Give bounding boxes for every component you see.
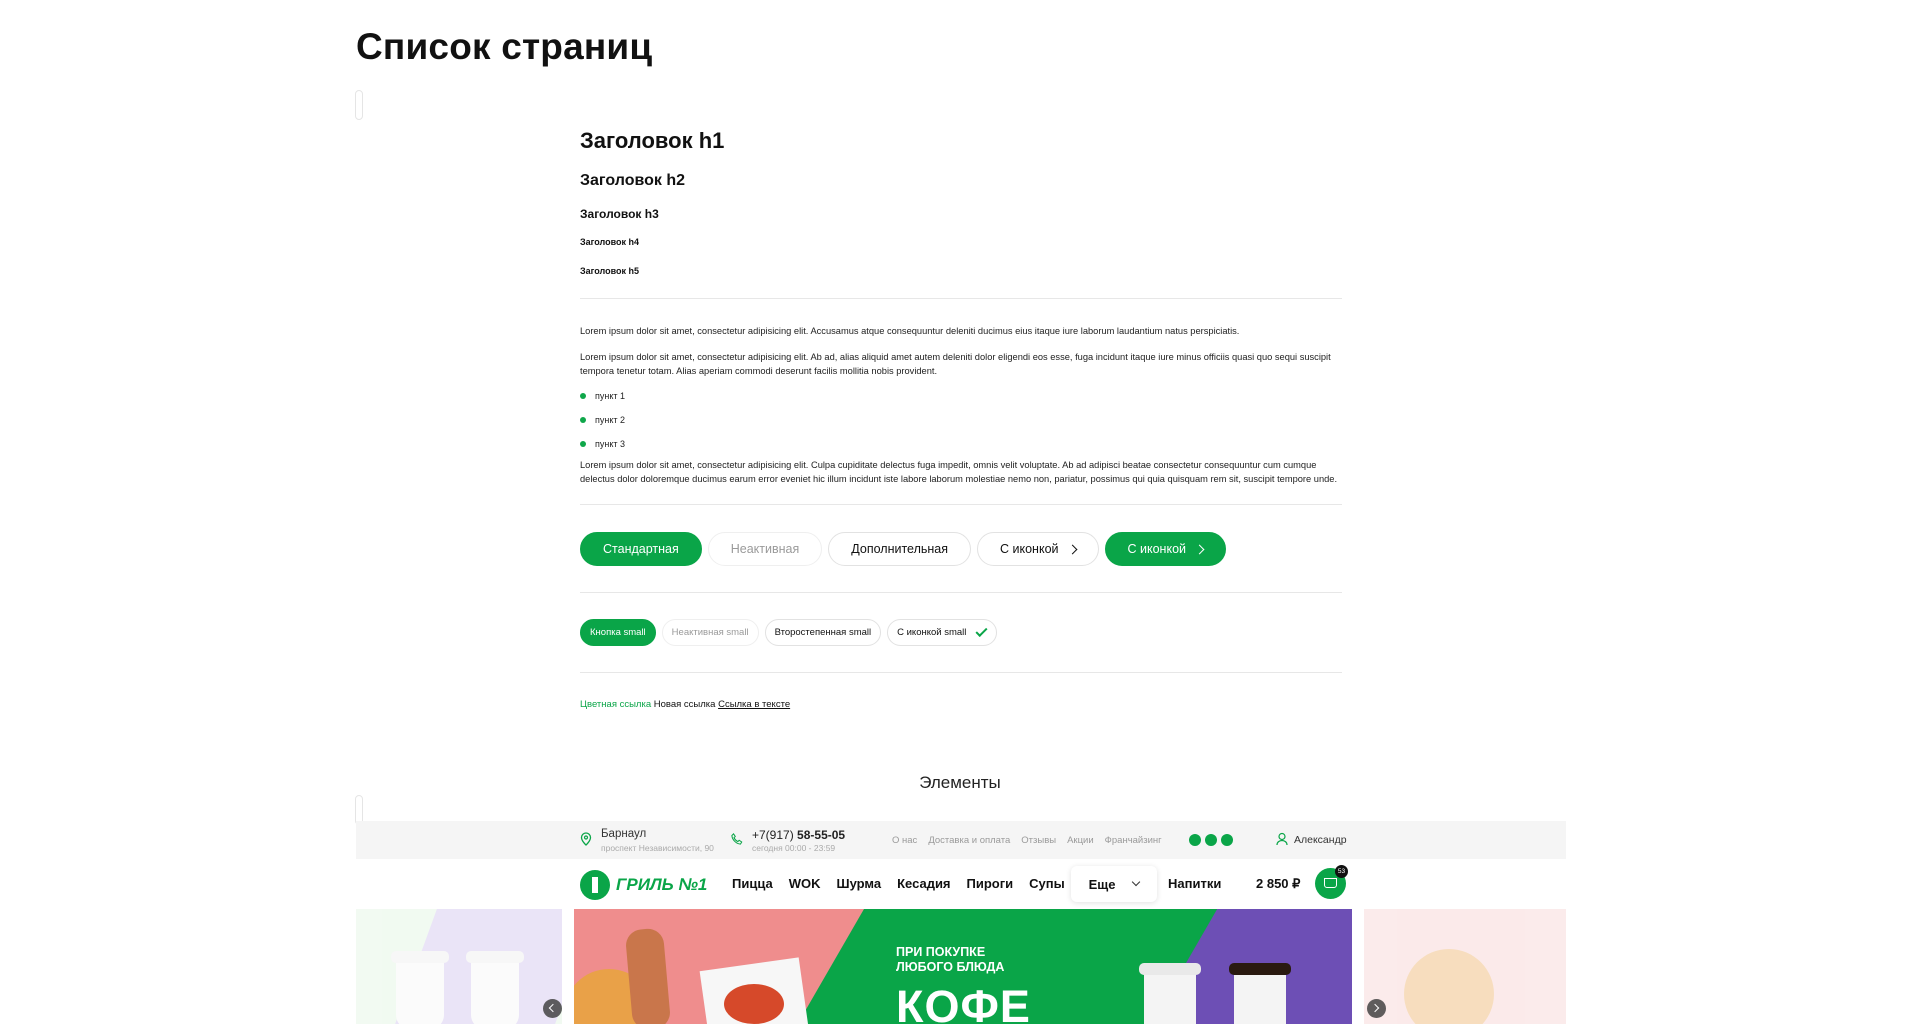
banner-next-slide[interactable] <box>1364 909 1566 1024</box>
small-button-row: Кнопка small Неактивная small Второстепе… <box>580 619 1342 646</box>
heading-h3: Заголовок h3 <box>580 207 659 221</box>
checkmark-icon <box>975 624 988 638</box>
chevron-down-icon <box>1132 877 1141 887</box>
user-name[interactable]: Александр <box>1294 834 1347 846</box>
nav-item[interactable]: Пицца <box>732 876 773 891</box>
button-row: Стандартная Неактивная Дополнительная С … <box>580 532 1342 566</box>
links-row: Цветная ссылка Новая ссылка Ссылка в тек… <box>580 699 1342 710</box>
city-address: проспект Независимости, 90 <box>601 843 714 853</box>
top-link[interactable]: Доставка и оплата <box>928 835 1010 846</box>
user-icon <box>1276 832 1288 846</box>
nav-item[interactable]: Супы <box>1029 876 1065 891</box>
inactive-button[interactable]: Неактивная <box>707 532 823 566</box>
carousel-next-button[interactable] <box>1367 999 1386 1018</box>
ok-icon[interactable] <box>1205 834 1217 846</box>
logo-icon <box>580 870 610 900</box>
top-link[interactable]: Франчайзинг <box>1105 835 1162 846</box>
basket-icon <box>1324 878 1337 888</box>
top-link[interactable]: Акции <box>1067 835 1094 846</box>
cart-count-badge: 53 <box>1335 865 1348 878</box>
vk-icon[interactable] <box>1189 834 1201 846</box>
top-links: О нас Доставка и оплата Отзывы Акции Фра… <box>892 835 1162 846</box>
working-hours: сегодня 00:00 - 23:59 <box>752 843 836 853</box>
list-item: пункт 2 <box>580 408 1342 432</box>
phone-icon <box>731 833 743 845</box>
more-dropdown[interactable]: Еще <box>1071 866 1157 902</box>
carousel-prev-button[interactable] <box>543 999 562 1018</box>
new-link[interactable]: Новая ссылка <box>654 699 716 710</box>
inline-link[interactable]: Ссылка в тексте <box>718 699 790 710</box>
nav-item[interactable]: Кесадия <box>897 876 950 891</box>
nav-item[interactable]: Пироги <box>967 876 1014 891</box>
bullet-dot-icon <box>580 417 586 423</box>
phone-number[interactable]: +7(917) 58-55-05 <box>752 828 845 842</box>
colored-link[interactable]: Цветная ссылка <box>580 699 651 710</box>
paragraph: Lorem ipsum dolor sit amet, consectetur … <box>580 326 1240 336</box>
nav-item[interactable]: Шурма <box>837 876 882 891</box>
telegram-icon[interactable] <box>1221 834 1233 846</box>
bullet-dot-icon <box>580 441 586 447</box>
icon-button-primary[interactable]: С иконкой <box>1104 532 1227 566</box>
banner-prev-slide[interactable] <box>356 909 562 1024</box>
chevron-right-icon <box>1194 544 1205 554</box>
icon-button[interactable]: С иконкой <box>977 532 1099 566</box>
chevron-right-icon <box>1067 544 1077 554</box>
divider <box>580 592 1342 593</box>
page-title: Список страниц <box>356 26 653 67</box>
standard-button[interactable]: Стандартная <box>580 532 702 566</box>
social-icons <box>1189 834 1233 846</box>
heading-h1: Заголовок h1 <box>580 128 725 153</box>
small-primary-button[interactable]: Кнопка small <box>580 619 656 646</box>
top-link[interactable]: Отзывы <box>1021 835 1056 846</box>
list-item: пункт 3 <box>580 432 1342 456</box>
divider <box>580 672 1342 673</box>
list-item: пункт 1 <box>580 384 1342 408</box>
heading-h5: Заголовок h5 <box>580 266 640 276</box>
bullet-dot-icon <box>580 393 586 399</box>
heading-h2: Заголовок h2 <box>580 172 685 189</box>
section-title: Элементы <box>919 773 1001 792</box>
banner-slide[interactable]: ПРИ ПОКУПКЕ ЛЮБОГО БЛЮДА КОФЕ <box>574 909 1352 1024</box>
paragraph: Lorem ipsum dolor sit amet, consectetur … <box>580 460 1338 484</box>
nav-item[interactable]: WOK <box>789 876 821 891</box>
logo[interactable]: ГРИЛЬ №1 <box>580 870 707 900</box>
shawarma-image <box>624 927 672 1024</box>
coffee-cup-image <box>1229 963 1291 1024</box>
bullet-list: пункт 1 пункт 2 пункт 3 <box>580 384 1342 456</box>
cart-button[interactable]: 53 <box>1315 865 1348 899</box>
style-guide-content: Заголовок h1 Заголовок h2 Заголовок h3 З… <box>580 128 1342 710</box>
promo-text: ПРИ ПОКУПКЕ ЛЮБОГО БЛЮДА <box>896 945 1005 974</box>
small-secondary-button[interactable]: Второстепенная small <box>764 619 882 646</box>
coffee-cup-image <box>1139 963 1201 1024</box>
divider <box>580 298 1342 299</box>
nav-menu: Пицца WOK Шурма Кесадия Пироги Супы <box>732 876 1065 891</box>
paragraph: Lorem ipsum dolor sit amet, consectetur … <box>580 352 1331 376</box>
small-icon-button[interactable]: С иконкой small <box>887 619 998 646</box>
heading-h4: Заголовок h4 <box>580 237 640 247</box>
collapse-toggle[interactable] <box>355 90 363 120</box>
cart-total[interactable]: 2 850 ₽ <box>1256 876 1300 892</box>
nav-item-drinks[interactable]: Напитки <box>1168 876 1221 891</box>
divider <box>580 504 1342 505</box>
small-inactive-button[interactable]: Неактивная small <box>661 619 759 646</box>
city-name[interactable]: Барнаул <box>601 828 646 840</box>
location-pin-icon <box>580 832 592 846</box>
additional-button[interactable]: Дополнительная <box>828 532 972 566</box>
top-link[interactable]: О нас <box>892 835 917 846</box>
promo-headline: КОФЕ <box>896 981 1031 1024</box>
